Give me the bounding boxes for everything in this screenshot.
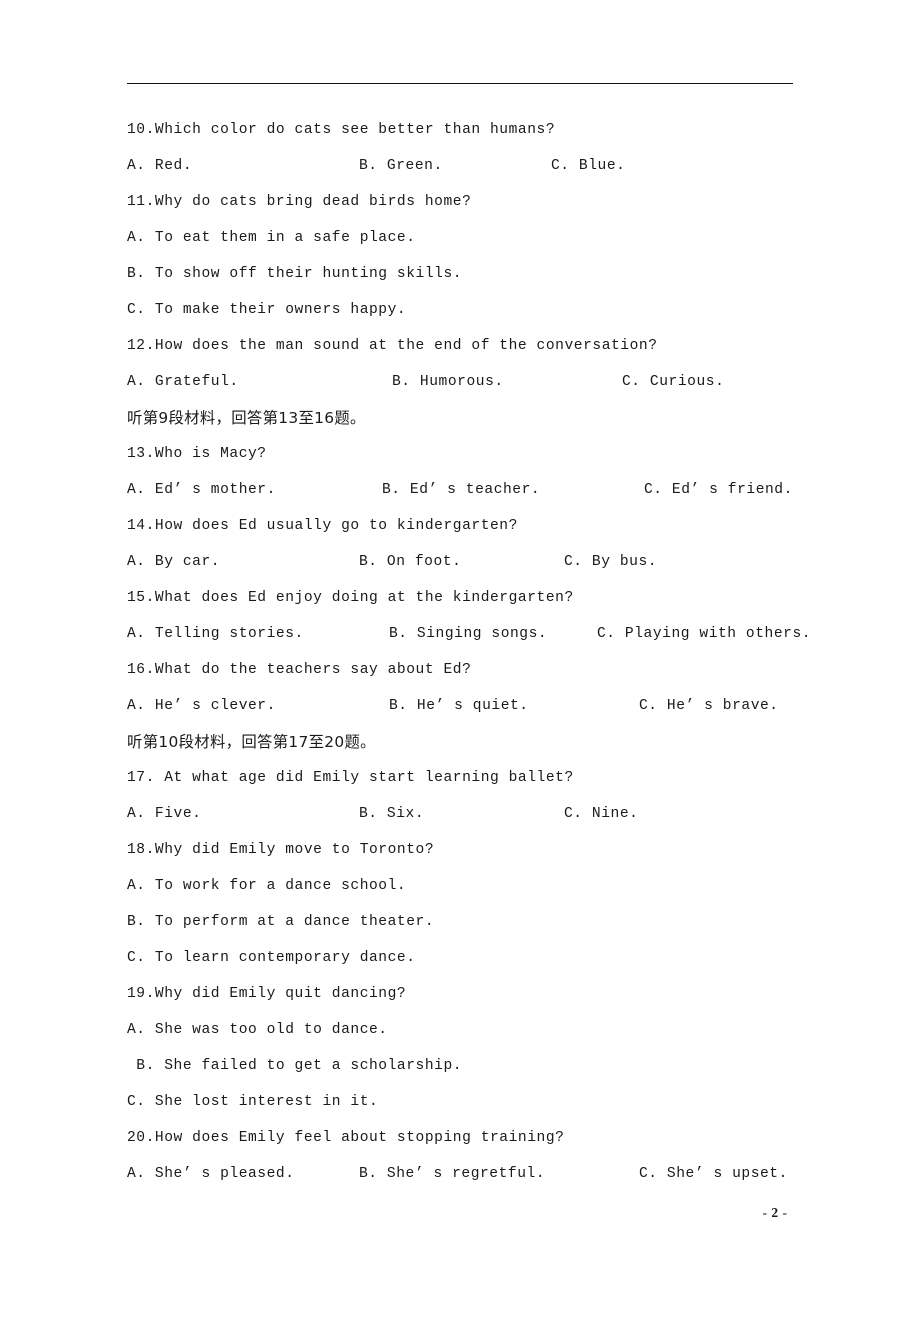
page-number: 2 <box>771 1205 779 1220</box>
option-q10-c[interactable]: C. Blue. <box>551 148 625 184</box>
question-stem-q10: 10.Which color do cats see better than h… <box>127 122 556 138</box>
question-stem-q15: 15.What does Ed enjoy doing at the kinde… <box>127 590 574 606</box>
option-q11-b[interactable]: B. To show off their hunting skills. <box>127 256 807 292</box>
option-q12-b[interactable]: B. Humorous. <box>392 364 504 400</box>
option-q15-a[interactable]: A. Telling stories. <box>127 616 304 652</box>
option-q15-c[interactable]: C. Playing with others. <box>597 616 811 652</box>
option-q20-a[interactable]: A. She’ s pleased. <box>127 1156 295 1192</box>
option-q18-b[interactable]: B. To perform at a dance theater. <box>127 904 807 940</box>
option-q19-a[interactable]: A. She was too old to dance. <box>127 1012 807 1048</box>
exam-content-column: 10.Which color do cats see better than h… <box>127 112 811 1192</box>
page-dash-left: - <box>762 1205 768 1220</box>
option-row-q15: A. Telling stories. B. Singing songs. C.… <box>127 616 811 652</box>
page-dash-right: - <box>782 1205 788 1220</box>
question-stem-q12: 12.How does the man sound at the end of … <box>127 338 658 354</box>
option-q13-c[interactable]: C. Ed’ s friend. <box>644 472 793 508</box>
page-number-group: - 2 - <box>763 1205 788 1221</box>
option-q19-b[interactable]: B. She failed to get a scholarship. <box>127 1048 807 1084</box>
header-divider-rule <box>127 83 793 84</box>
option-q14-a[interactable]: A. By car. <box>127 544 220 580</box>
option-q13-a[interactable]: A. Ed’ s mother. <box>127 472 276 508</box>
option-q16-b[interactable]: B. He’ s quiet. <box>389 688 529 724</box>
option-row-q12: A. Grateful. B. Humorous. C. Curious. <box>127 364 807 400</box>
option-q16-c[interactable]: C. He’ s brave. <box>639 688 779 724</box>
question-stem-q19: 19.Why did Emily quit dancing? <box>127 986 407 1002</box>
question-stem-q14: 14.How does Ed usually go to kindergarte… <box>127 518 518 534</box>
option-q15-b[interactable]: B. Singing songs. <box>389 616 547 652</box>
exam-page: 10.Which color do cats see better than h… <box>0 0 920 1302</box>
page-footer: - 2 - <box>0 1205 920 1221</box>
option-q17-b[interactable]: B. Six. <box>359 796 424 832</box>
question-stem-q18: 18.Why did Emily move to Toronto? <box>127 842 435 858</box>
question-stem-q17: 17. At what age did Emily start learning… <box>127 770 574 786</box>
option-q20-b[interactable]: B. She’ s regretful. <box>359 1156 545 1192</box>
option-q11-a[interactable]: A. To eat them in a safe place. <box>127 220 807 256</box>
option-q19-c[interactable]: C. She lost interest in it. <box>127 1084 807 1120</box>
option-q18-c[interactable]: C. To learn contemporary dance. <box>127 940 807 976</box>
option-q14-b[interactable]: B. On foot. <box>359 544 461 580</box>
option-q17-a[interactable]: A. Five. <box>127 796 201 832</box>
option-q18-a[interactable]: A. To work for a dance school. <box>127 868 807 904</box>
question-stem-q16: 16.What do the teachers say about Ed? <box>127 662 472 678</box>
option-q10-b[interactable]: B. Green. <box>359 148 443 184</box>
option-row-q16: A. He’ s clever. B. He’ s quiet. C. He’ … <box>127 688 807 724</box>
question-stem-q11: 11.Why do cats bring dead birds home? <box>127 194 472 210</box>
option-row-q10: A. Red. B. Green. C. Blue. <box>127 148 807 184</box>
question-stem-q13: 13.Who is Macy? <box>127 446 267 462</box>
option-q10-a[interactable]: A. Red. <box>127 148 192 184</box>
option-q12-a[interactable]: A. Grateful. <box>127 364 239 400</box>
option-row-q17: A. Five. B. Six. C. Nine. <box>127 796 807 832</box>
option-q20-c[interactable]: C. She’ s upset. <box>639 1156 788 1192</box>
listening-direction-passage-9: 听第9段材料，回答第13至16题。 <box>127 409 366 427</box>
option-q16-a[interactable]: A. He’ s clever. <box>127 688 276 724</box>
option-q13-b[interactable]: B. Ed’ s teacher. <box>382 472 540 508</box>
option-q11-c[interactable]: C. To make their owners happy. <box>127 292 807 328</box>
listening-direction-passage-10: 听第10段材料，回答第17至20题。 <box>127 733 376 751</box>
option-row-q13: A. Ed’ s mother. B. Ed’ s teacher. C. Ed… <box>127 472 807 508</box>
option-q12-c[interactable]: C. Curious. <box>622 364 724 400</box>
question-stem-q20: 20.How does Emily feel about stopping tr… <box>127 1130 565 1146</box>
option-row-q20: A. She’ s pleased. B. She’ s regretful. … <box>127 1156 807 1192</box>
option-q17-c[interactable]: C. Nine. <box>564 796 638 832</box>
option-row-q14: A. By car. B. On foot. C. By bus. <box>127 544 807 580</box>
option-q14-c[interactable]: C. By bus. <box>564 544 657 580</box>
